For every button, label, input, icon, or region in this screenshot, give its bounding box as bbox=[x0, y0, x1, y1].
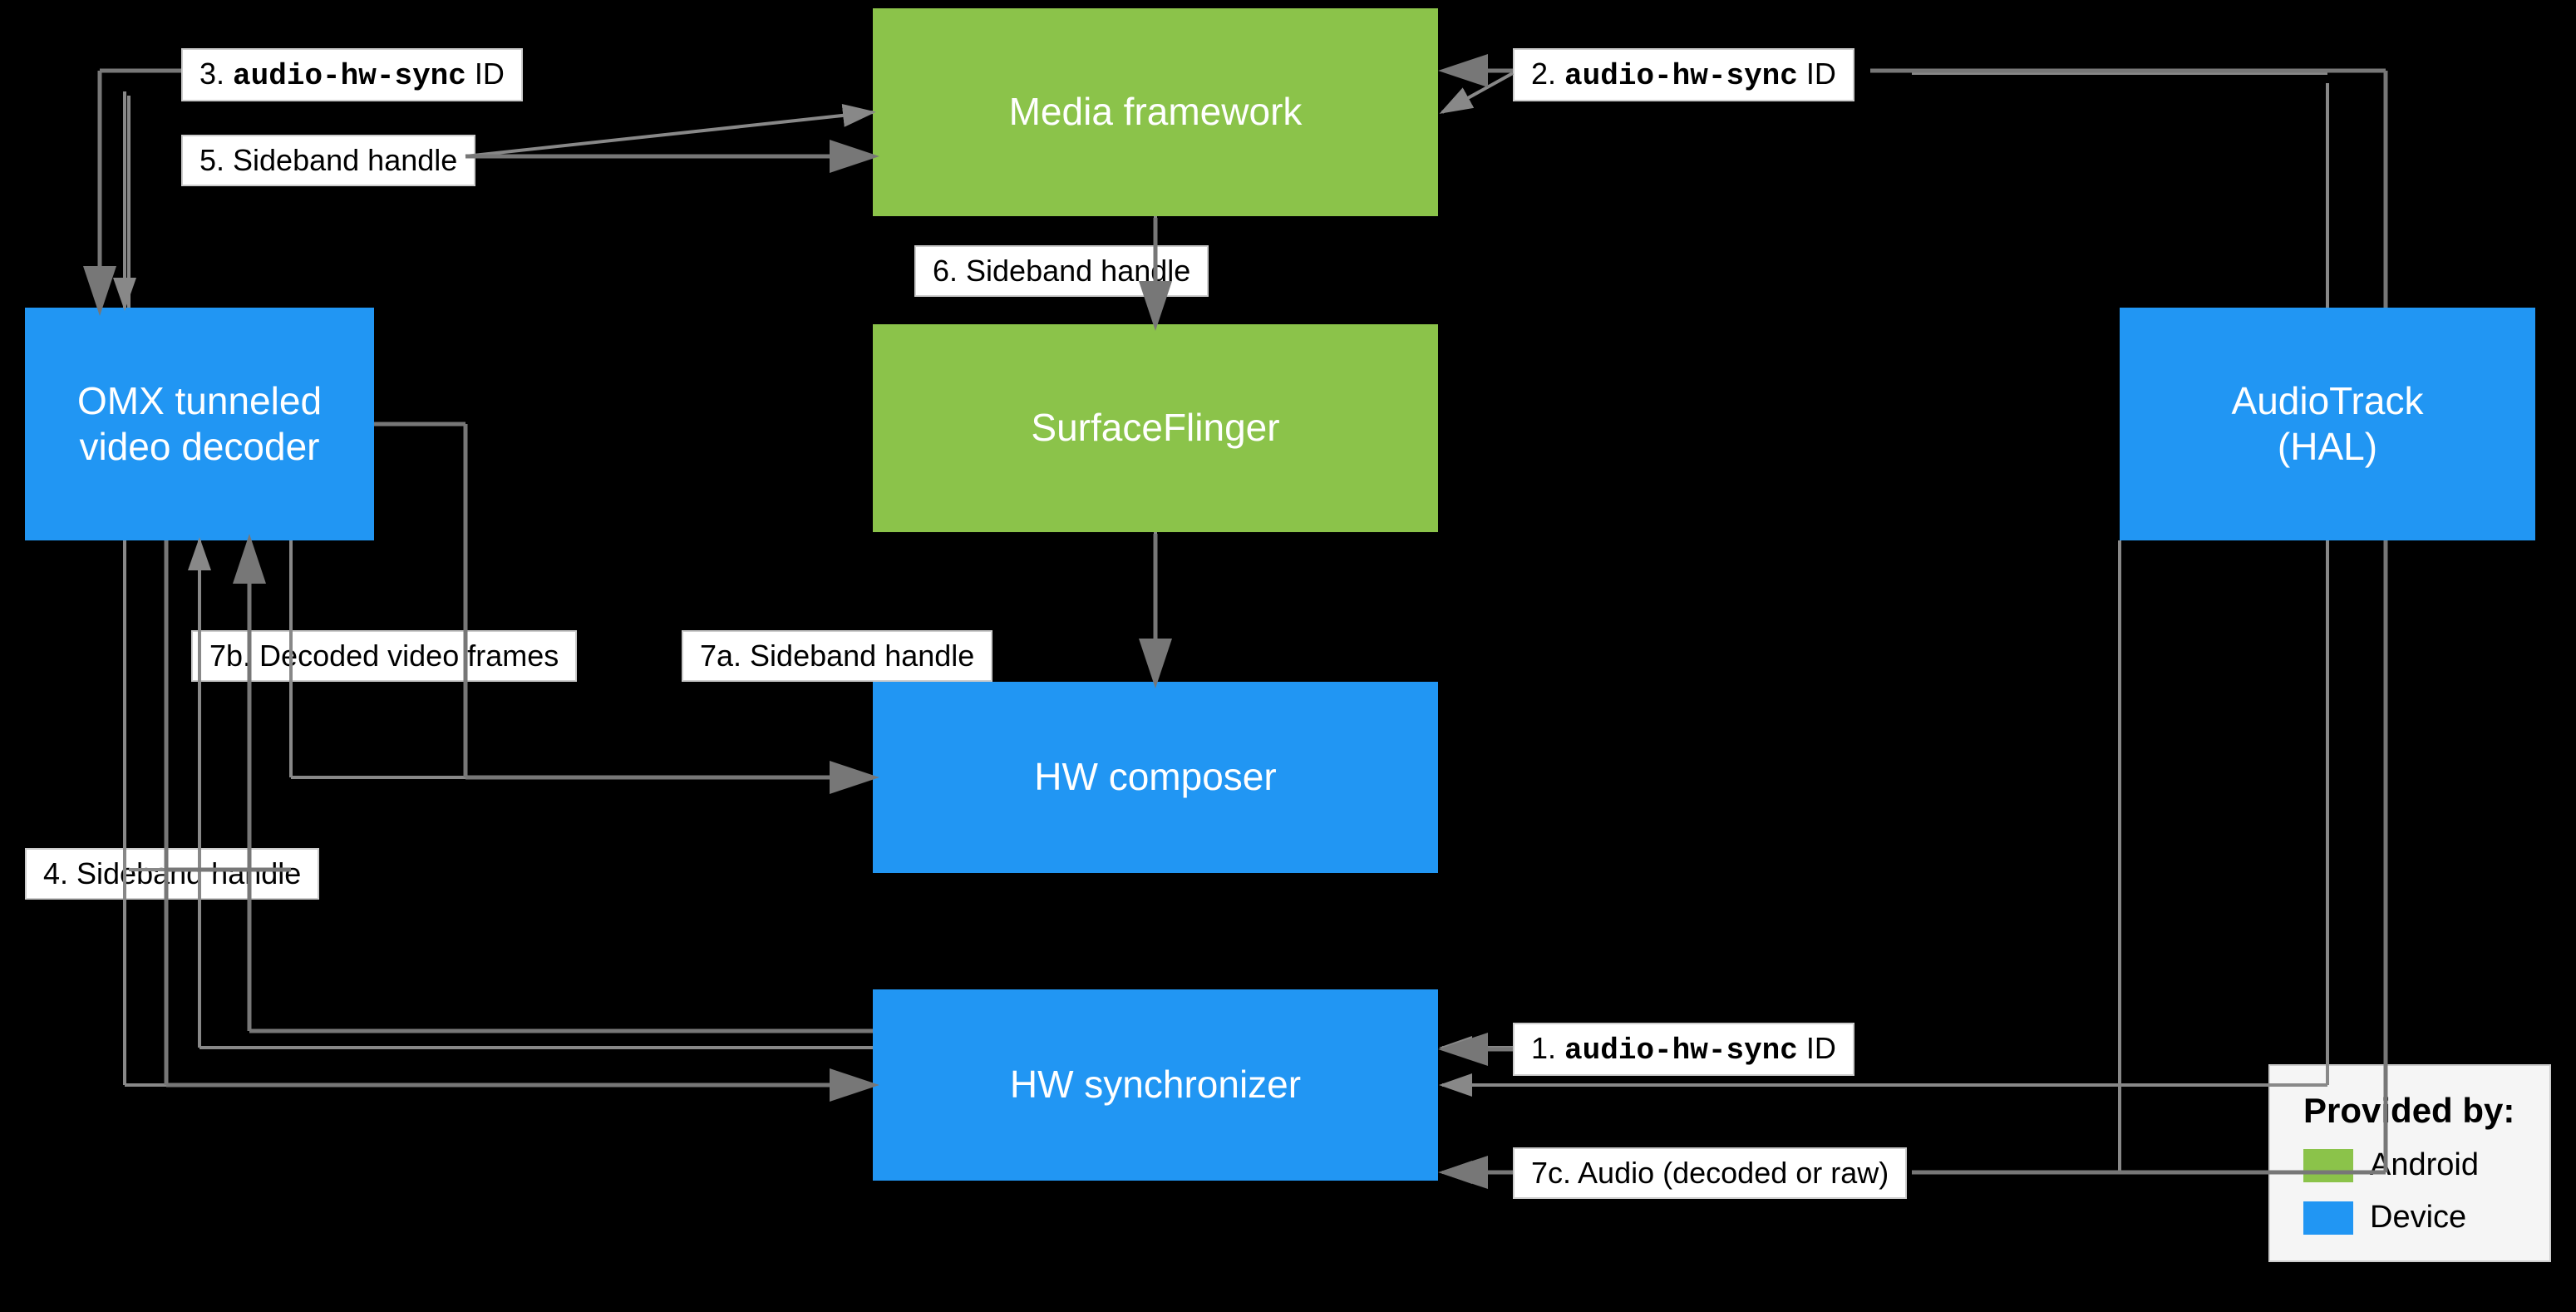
device-label: Device bbox=[2370, 1200, 2466, 1236]
hw-synchronizer-label: HW synchronizer bbox=[1010, 1062, 1301, 1107]
audio-track-label: AudioTrack(HAL) bbox=[2232, 378, 2424, 470]
label-7c-audio: 7c. Audio (decoded or raw) bbox=[1513, 1147, 1907, 1199]
label-2-audio-hw-sync: 2. audio-hw-sync ID bbox=[1513, 48, 1854, 101]
omx-block: OMX tunneledvideo decoder bbox=[25, 308, 374, 540]
media-framework-label: Media framework bbox=[1009, 89, 1303, 135]
legend-box: Provided by: Android Device bbox=[2268, 1064, 2551, 1262]
hw-composer-label: HW composer bbox=[1034, 754, 1276, 800]
legend-item-android: Android bbox=[2303, 1147, 2516, 1183]
label-3-audio-hw-sync: 3. audio-hw-sync ID bbox=[181, 48, 523, 101]
arrow-5 bbox=[465, 112, 873, 156]
android-label: Android bbox=[2370, 1147, 2479, 1183]
arrow-2 bbox=[1442, 73, 1513, 112]
label-5-sideband: 5. Sideband handle bbox=[181, 135, 475, 186]
device-swatch bbox=[2303, 1201, 2353, 1235]
label-4-sideband: 4. Sideband handle bbox=[25, 848, 319, 900]
legend-item-device: Device bbox=[2303, 1200, 2516, 1236]
media-framework-block: Media framework bbox=[873, 8, 1438, 216]
omx-label: OMX tunneledvideo decoder bbox=[77, 378, 322, 470]
hw-composer-block: HW composer bbox=[873, 682, 1438, 873]
legend-title: Provided by: bbox=[2303, 1091, 2516, 1131]
hw-synchronizer-block: HW synchronizer bbox=[873, 989, 1438, 1181]
surface-flinger-label: SurfaceFlinger bbox=[1031, 405, 1279, 451]
label-1-audio-hw-sync: 1. audio-hw-sync ID bbox=[1513, 1023, 1854, 1076]
label-7b-decoded: 7b. Decoded video frames bbox=[191, 630, 577, 682]
android-swatch bbox=[2303, 1149, 2353, 1182]
surface-flinger-block: SurfaceFlinger bbox=[873, 324, 1438, 532]
audio-track-block: AudioTrack(HAL) bbox=[2120, 308, 2535, 540]
label-7a-sideband: 7a. Sideband handle bbox=[682, 630, 992, 682]
label-6-sideband: 6. Sideband handle bbox=[914, 245, 1209, 297]
